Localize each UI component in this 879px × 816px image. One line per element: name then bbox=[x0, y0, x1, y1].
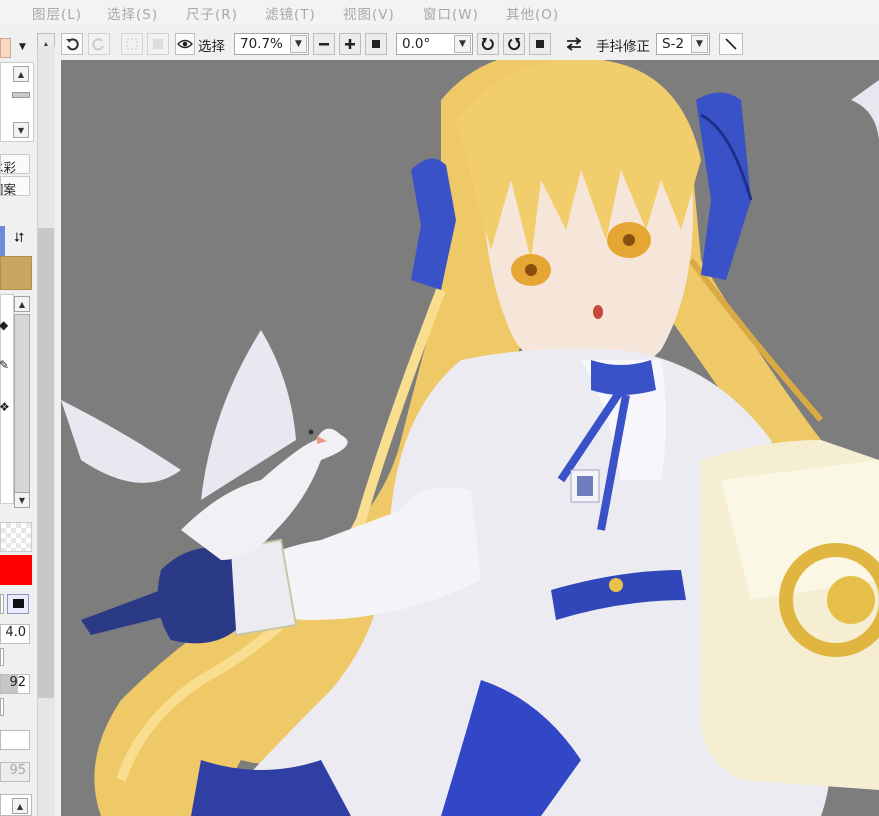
deselect-icon bbox=[126, 38, 138, 50]
reset-icon bbox=[536, 40, 544, 48]
menu-view[interactable]: 视图(V) bbox=[343, 3, 395, 23]
rotate-left-icon bbox=[481, 38, 494, 51]
invert-icon bbox=[153, 39, 163, 49]
undo-button[interactable] bbox=[61, 33, 83, 55]
panel-scrollbar-thumb[interactable] bbox=[38, 228, 54, 698]
swatch-blue-edge[interactable] bbox=[0, 226, 5, 260]
reset-icon bbox=[372, 40, 380, 48]
red-color-swatch[interactable] bbox=[0, 555, 32, 585]
transparent-swatch[interactable] bbox=[0, 522, 32, 552]
zoom-out-button[interactable] bbox=[313, 33, 335, 55]
rotate-right-button[interactable] bbox=[503, 33, 525, 55]
watercolor-mode-button[interactable]: 水彩 bbox=[0, 154, 30, 174]
select-label: 选择 bbox=[198, 39, 225, 55]
flip-button[interactable] bbox=[563, 33, 585, 55]
pattern-mode-button[interactable]: 图案 bbox=[0, 176, 30, 196]
menu-ruler[interactable]: 尺子(R) bbox=[186, 3, 238, 23]
menu-bar: 图层(L) 选择(S) 尺子(R) 滤镜(T) 视图(V) 窗口(W) 其他(O… bbox=[0, 0, 879, 24]
deselect-button[interactable] bbox=[121, 33, 143, 55]
flip-icon bbox=[566, 37, 582, 51]
chevron-up-icon[interactable]: ▲ bbox=[12, 798, 28, 814]
rotation-value: 0.0° bbox=[402, 36, 431, 52]
artwork bbox=[61, 60, 879, 816]
brush-shape-btn-square[interactable] bbox=[7, 594, 29, 614]
watercolor-label: 水彩 bbox=[1, 160, 17, 174]
menu-filter[interactable]: 滤镜(T) bbox=[265, 3, 316, 23]
zoom-in-button[interactable] bbox=[339, 33, 361, 55]
blank-field[interactable] bbox=[0, 730, 30, 750]
pattern-label: 图案 bbox=[1, 182, 17, 196]
selection-visibility-toggle[interactable] bbox=[175, 33, 195, 55]
pen-icon[interactable]: ◆ bbox=[0, 318, 8, 332]
minus-icon bbox=[319, 43, 329, 46]
density-value[interactable]: 92 bbox=[0, 674, 30, 694]
chevron-down-icon[interactable]: ▼ bbox=[454, 35, 471, 53]
brush-icon[interactable]: ❖ bbox=[0, 400, 10, 414]
chevron-down-icon[interactable]: ▼ bbox=[19, 42, 26, 52]
line-icon bbox=[725, 38, 737, 50]
drawing-canvas[interactable] bbox=[61, 60, 879, 816]
brush-shape-btn-a[interactable] bbox=[0, 594, 4, 614]
swap-icon[interactable]: ⮃ bbox=[14, 231, 24, 246]
plus-icon bbox=[345, 39, 355, 49]
menu-other[interactable]: 其他(O) bbox=[506, 3, 559, 23]
toolbar: ▲ 选择 70.7% ▼ 0.0° ▼ 手抖修正 S-2 ▼ bbox=[0, 28, 879, 59]
stabilizer-combo[interactable]: S-2 ▼ bbox=[656, 33, 710, 55]
zoom-value: 70.7% bbox=[240, 36, 283, 52]
zoom-reset-button[interactable] bbox=[365, 33, 387, 55]
rotate-right-icon bbox=[508, 38, 521, 51]
stabilizer-label: 手抖修正 bbox=[596, 39, 650, 55]
foreground-color-swatch[interactable] bbox=[0, 256, 32, 290]
chevron-down-icon[interactable]: ▼ bbox=[13, 122, 29, 138]
chevron-down-icon[interactable]: ▼ bbox=[14, 492, 30, 508]
undo-icon bbox=[66, 38, 79, 51]
chevron-down-icon[interactable]: ▼ bbox=[290, 35, 307, 53]
chevron-down-icon[interactable]: ▼ bbox=[691, 35, 708, 53]
eye-icon bbox=[177, 39, 193, 49]
grayed-value[interactable]: 95 bbox=[0, 762, 30, 782]
tool-scrollbar[interactable] bbox=[14, 314, 30, 494]
slider-handle[interactable] bbox=[12, 92, 30, 98]
line-mode-button[interactable] bbox=[719, 33, 743, 55]
pencil-icon[interactable]: ✎ bbox=[0, 358, 9, 372]
color-swatch-peach[interactable] bbox=[0, 38, 11, 58]
rotate-left-button[interactable] bbox=[477, 33, 499, 55]
rotation-combo[interactable]: 0.0° ▼ bbox=[396, 33, 473, 55]
brush-size-value[interactable]: 4.0 bbox=[0, 624, 30, 644]
left-panel: ▼ ▲ ▼ 水彩 图案 ⮃ ▲ ◆ ✎ ❖ ▼ 4.0 92 95 ▲ bbox=[0, 28, 60, 816]
menu-layer[interactable]: 图层(L) bbox=[32, 3, 82, 23]
chevron-up-icon[interactable]: ▲ bbox=[13, 66, 29, 82]
rotation-reset-button[interactable] bbox=[529, 33, 551, 55]
menu-select[interactable]: 选择(S) bbox=[107, 3, 158, 23]
chevron-up-icon[interactable]: ▲ bbox=[14, 296, 30, 312]
stabilizer-value: S-2 bbox=[662, 36, 685, 52]
invert-selection-button[interactable] bbox=[147, 33, 169, 55]
checkbox-a[interactable] bbox=[0, 648, 4, 666]
redo-button[interactable] bbox=[88, 33, 110, 55]
menu-window[interactable]: 窗口(W) bbox=[423, 3, 479, 23]
redo-icon bbox=[92, 38, 104, 51]
checkbox-b[interactable] bbox=[0, 698, 4, 716]
zoom-combo[interactable]: 70.7% ▼ bbox=[234, 33, 309, 55]
